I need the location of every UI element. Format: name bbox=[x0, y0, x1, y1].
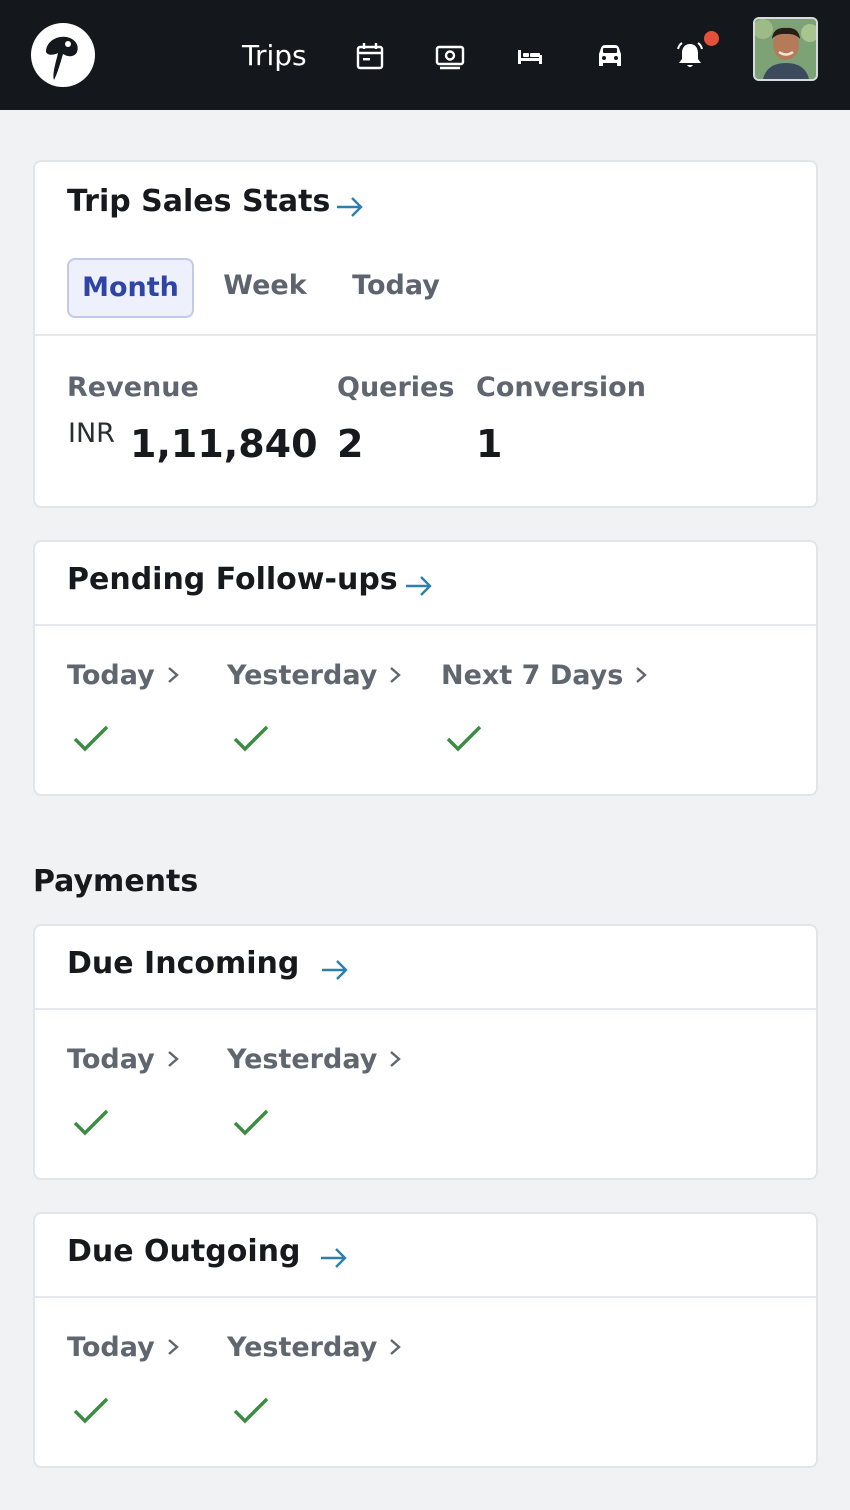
card-title: Trip Sales Stats bbox=[67, 184, 331, 219]
calendar-icon[interactable] bbox=[354, 40, 386, 72]
check-icon bbox=[73, 1109, 109, 1136]
card-title: Due Incoming bbox=[67, 946, 300, 981]
check-icon bbox=[233, 1109, 269, 1136]
avatar[interactable] bbox=[753, 17, 818, 81]
arrow-right-icon[interactable] bbox=[320, 957, 350, 983]
check-icon bbox=[73, 725, 109, 752]
arrow-right-icon[interactable] bbox=[404, 573, 434, 599]
revenue-value: 1,11,840 bbox=[130, 422, 318, 466]
pending-followups-card: Pending Follow-ups Today Yesterday Next … bbox=[33, 540, 818, 796]
queries-value: 2 bbox=[337, 422, 364, 466]
followup-label: Today bbox=[67, 660, 155, 691]
bed-icon[interactable] bbox=[514, 40, 546, 72]
due-label: Yesterday bbox=[227, 1332, 378, 1363]
trip-sales-stats-card: Trip Sales Stats Month Week Today Revenu… bbox=[33, 160, 818, 508]
card-title: Due Outgoing bbox=[67, 1234, 301, 1269]
followup-next-7-days[interactable]: Next 7 Days bbox=[441, 660, 649, 691]
followup-label: Next 7 Days bbox=[441, 660, 624, 691]
tab-month[interactable]: Month bbox=[67, 258, 194, 318]
money-icon[interactable] bbox=[434, 40, 466, 72]
revenue-currency: INR bbox=[68, 418, 115, 449]
tab-today[interactable]: Today bbox=[341, 258, 451, 318]
due-outgoing-yesterday[interactable]: Yesterday bbox=[227, 1332, 403, 1363]
notification-badge bbox=[704, 31, 719, 46]
revenue-label: Revenue bbox=[67, 372, 199, 403]
bell-icon[interactable] bbox=[674, 40, 706, 72]
due-label: Today bbox=[67, 1044, 155, 1075]
check-icon bbox=[233, 1397, 269, 1424]
conversion-value: 1 bbox=[476, 422, 503, 466]
tab-week[interactable]: Week bbox=[211, 258, 319, 318]
chevron-right-icon bbox=[390, 1051, 402, 1067]
chevron-right-icon bbox=[390, 1339, 402, 1355]
card-title: Pending Follow-ups bbox=[67, 562, 398, 597]
check-icon bbox=[446, 725, 482, 752]
due-outgoing-card: Due Outgoing Today Yesterday bbox=[33, 1212, 818, 1468]
due-incoming-card: Due Incoming Today Yesterday bbox=[33, 924, 818, 1180]
chevron-right-icon bbox=[390, 667, 402, 683]
arrow-right-icon[interactable] bbox=[335, 194, 365, 220]
due-incoming-yesterday[interactable]: Yesterday bbox=[227, 1044, 403, 1075]
divider bbox=[35, 1008, 816, 1010]
followup-yesterday[interactable]: Yesterday bbox=[227, 660, 403, 691]
conversion-label: Conversion bbox=[476, 372, 646, 403]
chevron-right-icon bbox=[167, 1051, 179, 1067]
logo-icon[interactable] bbox=[30, 22, 96, 88]
chevron-right-icon bbox=[636, 667, 648, 683]
queries-label: Queries bbox=[337, 372, 455, 403]
followup-label: Yesterday bbox=[227, 660, 378, 691]
followup-today[interactable]: Today bbox=[67, 660, 181, 691]
top-navigation-bar: Trips bbox=[0, 0, 850, 110]
payments-section-title: Payments bbox=[33, 864, 199, 899]
due-label: Yesterday bbox=[227, 1044, 378, 1075]
nav-trips-link[interactable]: Trips bbox=[242, 36, 307, 76]
divider bbox=[35, 624, 816, 626]
due-label: Today bbox=[67, 1332, 155, 1363]
divider bbox=[35, 334, 816, 336]
check-icon bbox=[73, 1397, 109, 1424]
due-incoming-today[interactable]: Today bbox=[67, 1044, 181, 1075]
car-icon[interactable] bbox=[594, 40, 626, 72]
chevron-right-icon bbox=[167, 1339, 179, 1355]
check-icon bbox=[233, 725, 269, 752]
due-outgoing-today[interactable]: Today bbox=[67, 1332, 181, 1363]
divider bbox=[35, 1296, 816, 1298]
chevron-right-icon bbox=[167, 667, 179, 683]
arrow-right-icon[interactable] bbox=[319, 1245, 349, 1271]
